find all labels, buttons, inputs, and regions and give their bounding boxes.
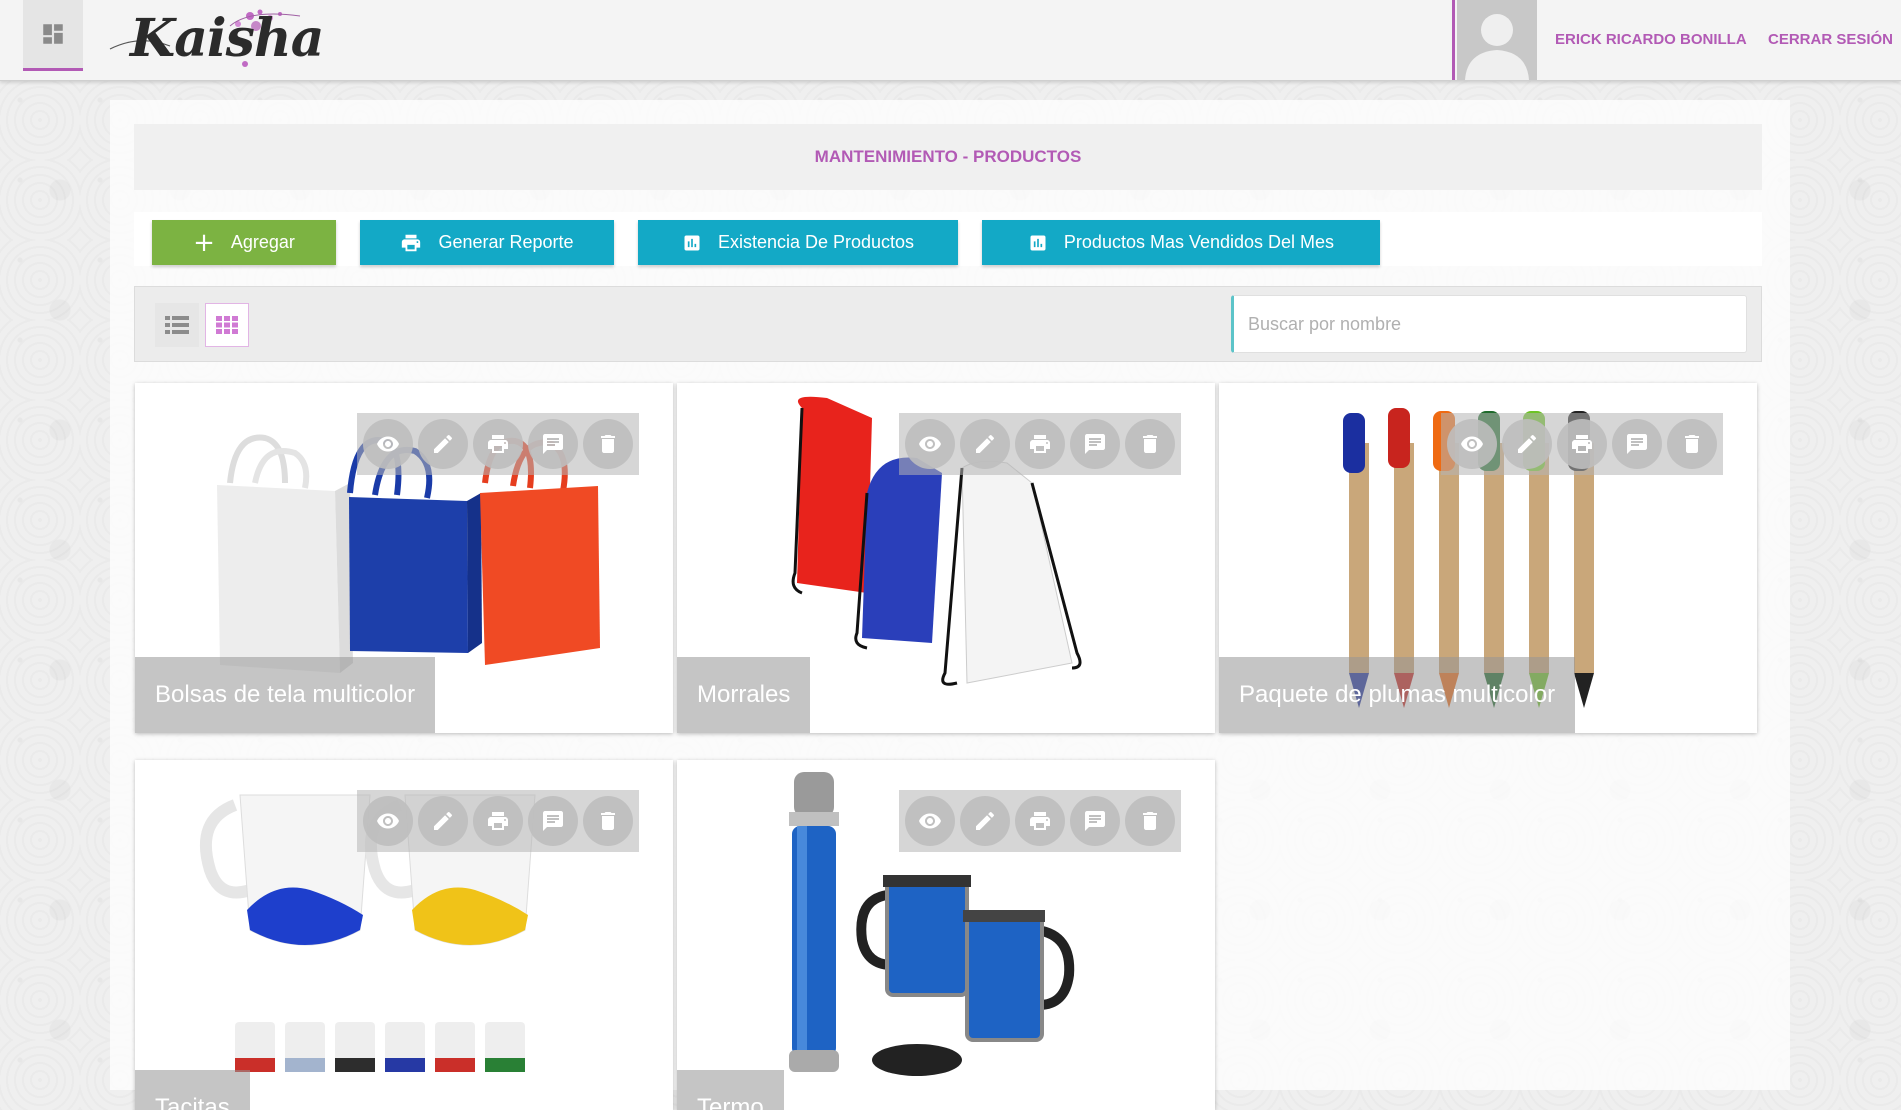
comment-icon bbox=[543, 434, 563, 454]
trash-icon bbox=[1685, 435, 1699, 453]
comment-icon bbox=[1085, 434, 1105, 454]
card-action-bar bbox=[899, 413, 1181, 475]
logout-link[interactable]: CERRAR SESIÓN bbox=[1768, 31, 1893, 48]
product-card[interactable]: Paquete de plumas multicolor bbox=[1219, 383, 1757, 733]
comment-button[interactable] bbox=[1070, 419, 1120, 469]
grid-view-button[interactable] bbox=[205, 303, 249, 347]
user-name[interactable]: ERICK RICARDO BONILLA bbox=[1555, 31, 1747, 48]
search-input[interactable] bbox=[1231, 295, 1747, 353]
page-title: MANTENIMIENTO - PRODUCTOS bbox=[814, 147, 1082, 166]
plus-icon: + bbox=[193, 227, 215, 258]
eye-icon bbox=[919, 813, 941, 829]
pencil-icon bbox=[976, 434, 995, 453]
view-button[interactable] bbox=[1447, 419, 1497, 469]
print-icon bbox=[1030, 812, 1050, 830]
product-name: Bolsas de tela multicolor bbox=[135, 657, 436, 733]
product-name: Termo bbox=[677, 1070, 784, 1110]
filter-bar bbox=[134, 286, 1762, 362]
product-card[interactable]: Tacitas bbox=[135, 760, 673, 1110]
bar-chart-icon bbox=[1030, 235, 1046, 250]
product-card[interactable]: Termo bbox=[677, 760, 1215, 1110]
print-icon bbox=[488, 435, 508, 453]
generate-report-label: Generar Reporte bbox=[438, 232, 574, 252]
product-name: Morrales bbox=[677, 657, 811, 733]
print-button[interactable] bbox=[1557, 419, 1607, 469]
view-button[interactable] bbox=[363, 419, 413, 469]
user-area: ERICK RICARDO BONILLA CERRAR SESIÓN bbox=[1452, 0, 1901, 80]
print-icon bbox=[402, 234, 421, 251]
dashboard-menu-button[interactable] bbox=[23, 0, 83, 71]
dashboard-icon bbox=[43, 24, 63, 44]
list-icon bbox=[165, 316, 189, 334]
stock-report-button[interactable]: Existencia De Productos bbox=[638, 220, 958, 265]
toolbar: + Agregar Generar Reporte Existencia De … bbox=[134, 212, 1762, 266]
trash-icon bbox=[601, 435, 615, 453]
comment-icon bbox=[1085, 811, 1105, 831]
view-button[interactable] bbox=[905, 796, 955, 846]
grid-icon bbox=[216, 316, 238, 334]
pencil-icon bbox=[434, 434, 453, 453]
print-icon bbox=[488, 812, 508, 830]
product-card[interactable]: Morrales bbox=[677, 383, 1215, 733]
product-name: Paquete de plumas multicolor bbox=[1219, 657, 1576, 733]
comment-icon bbox=[543, 811, 563, 831]
bar-chart-icon bbox=[684, 235, 700, 250]
eye-icon bbox=[377, 436, 399, 452]
comment-icon bbox=[1627, 434, 1647, 454]
print-icon bbox=[1030, 435, 1050, 453]
print-icon bbox=[1572, 435, 1592, 453]
eye-icon bbox=[377, 813, 399, 829]
edit-button[interactable] bbox=[960, 419, 1010, 469]
card-action-bar bbox=[357, 413, 639, 475]
delete-button[interactable] bbox=[583, 796, 633, 846]
user-silhouette-icon bbox=[1457, 0, 1537, 80]
trash-icon bbox=[1143, 435, 1157, 453]
generate-report-button[interactable]: Generar Reporte bbox=[360, 220, 614, 265]
list-view-button[interactable] bbox=[155, 303, 199, 347]
pencil-icon bbox=[976, 811, 995, 830]
edit-button[interactable] bbox=[960, 796, 1010, 846]
trash-icon bbox=[1143, 812, 1157, 830]
brand-logo: Kaisha bbox=[100, 4, 330, 74]
eye-icon bbox=[1461, 436, 1483, 452]
product-name: Tacitas bbox=[135, 1070, 250, 1110]
pencil-icon bbox=[434, 811, 453, 830]
top-bar: Kaisha ERICK RICARDO BONILLA CERRAR SESI… bbox=[0, 0, 1901, 81]
pencil-icon bbox=[1518, 434, 1537, 453]
add-button-label: Agregar bbox=[230, 232, 295, 252]
card-action-bar bbox=[899, 790, 1181, 852]
card-action-bar bbox=[357, 790, 639, 852]
print-button[interactable] bbox=[473, 419, 523, 469]
trash-icon bbox=[601, 812, 615, 830]
edit-button[interactable] bbox=[418, 796, 468, 846]
delete-button[interactable] bbox=[583, 419, 633, 469]
page-title-bar: MANTENIMIENTO - PRODUCTOS bbox=[134, 124, 1762, 190]
product-card[interactable]: Bolsas de tela multicolor bbox=[135, 383, 673, 733]
view-button[interactable] bbox=[363, 796, 413, 846]
edit-button[interactable] bbox=[418, 419, 468, 469]
print-button[interactable] bbox=[1015, 796, 1065, 846]
comment-button[interactable] bbox=[1070, 796, 1120, 846]
card-action-bar bbox=[1441, 413, 1723, 475]
view-button[interactable] bbox=[905, 419, 955, 469]
delete-button[interactable] bbox=[1667, 419, 1717, 469]
print-button[interactable] bbox=[473, 796, 523, 846]
comment-button[interactable] bbox=[528, 419, 578, 469]
comment-button[interactable] bbox=[528, 796, 578, 846]
print-button[interactable] bbox=[1015, 419, 1065, 469]
top-sellers-button[interactable]: Productos Mas Vendidos Del Mes bbox=[982, 220, 1380, 265]
edit-button[interactable] bbox=[1502, 419, 1552, 469]
comment-button[interactable] bbox=[1612, 419, 1662, 469]
delete-button[interactable] bbox=[1125, 796, 1175, 846]
avatar[interactable] bbox=[1457, 0, 1537, 80]
add-button[interactable]: + Agregar bbox=[152, 220, 336, 265]
delete-button[interactable] bbox=[1125, 419, 1175, 469]
stock-report-label: Existencia De Productos bbox=[717, 232, 915, 252]
brand-name: Kaisha bbox=[130, 8, 324, 69]
eye-icon bbox=[919, 436, 941, 452]
top-sellers-label: Productos Mas Vendidos Del Mes bbox=[1063, 232, 1335, 252]
